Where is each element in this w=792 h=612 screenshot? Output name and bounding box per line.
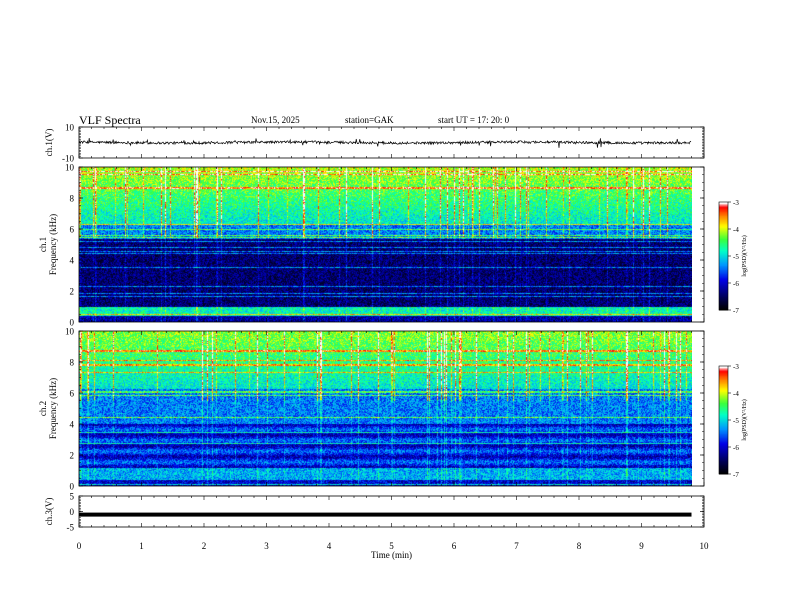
- y-tick-label: 10: [65, 327, 75, 337]
- panel-frame: [78, 495, 705, 528]
- ch1-waveform-panel: 10-10ch.1(V): [44, 123, 705, 164]
- colorbar-tick-label: -5: [733, 417, 739, 425]
- ch2-spectrogram-colorbar: -3 -4 -5 -6 -7 log(PSD)(V²/Hz): [718, 363, 748, 479]
- start-time-label: start UT = 17: 20: 0: [438, 115, 510, 125]
- y-tick-label: 0: [70, 482, 75, 492]
- y-axis-label: ch.1Frequency (kHz): [38, 214, 58, 275]
- y-axis-label-line: Frequency (kHz): [48, 214, 58, 275]
- station-label: station=GAK: [345, 115, 394, 125]
- colorbar-tick-label: -7: [733, 307, 739, 315]
- colorbar-tick-label: -3: [733, 363, 739, 371]
- colorbar-tick-label: -6: [733, 444, 739, 452]
- header: VLF Spectra Nov.15, 2025 station=GAK sta…: [79, 113, 510, 127]
- y-tick-label: 8: [70, 194, 75, 204]
- y-tick-label: 10: [65, 123, 75, 133]
- y-axis-label: ch.2Frequency (kHz): [38, 378, 58, 439]
- x-tick-label: 3: [264, 541, 269, 551]
- x-tick-label: 8: [577, 541, 582, 551]
- y-axis-label-line: Frequency (kHz): [48, 378, 58, 439]
- colorbar-label: log(PSD)(V²/Hz): [741, 235, 748, 276]
- ch2-spectrogram-image: [79, 331, 692, 486]
- colorbar-tick-label: -7: [733, 471, 739, 479]
- vlf-figure: VLF Spectra Nov.15, 2025 station=GAK sta…: [38, 113, 748, 560]
- x-axis: 0 1 2 3 4 5 6 7 8 9 10Time (min): [77, 541, 709, 560]
- y-tick-label: 2: [70, 451, 75, 461]
- y-tick-label: 4: [70, 256, 75, 266]
- date-label: Nov.15, 2025: [251, 115, 300, 125]
- y-tick-label: 8: [70, 358, 75, 368]
- y-tick-label: 6: [70, 225, 75, 235]
- colorbar-tick-label: -5: [733, 253, 739, 261]
- colorbar-tick-label: -6: [733, 280, 739, 288]
- colorbar-tick-label: -4: [733, 226, 739, 234]
- y-tick-label: -5: [67, 523, 75, 533]
- ch1-spectrogram-panel: 0246810ch.1Frequency (kHz)-3-4-5-6-7log(…: [38, 163, 748, 328]
- x-tick-label: 1: [139, 541, 144, 551]
- ch2-spectrogram-panel: 0 2 4 6 8 10 ch.2Frequency (kHz) -3 -4 -5 -6 -7 log(…: [38, 327, 748, 492]
- y-axis-label-line: ch.1: [38, 237, 48, 252]
- ch3-trace: [79, 512, 692, 517]
- ch3-waveform-panel: 5 0 -5 ch.3(V): [44, 492, 705, 533]
- ch1-spectrogram-image: [79, 167, 692, 322]
- colorbar-tick-label: -4: [733, 390, 739, 398]
- x-tick-label: 4: [327, 541, 332, 551]
- y-tick-label: 4: [70, 420, 75, 430]
- figure-title: VLF Spectra: [79, 113, 141, 127]
- y-tick-label: 0: [70, 507, 75, 517]
- x-tick-label: 10: [700, 541, 710, 551]
- x-tick-label: 9: [639, 541, 644, 551]
- y-axis-label-line: ch.3(V): [44, 498, 54, 526]
- y-axis-label: ch.1(V): [44, 129, 54, 157]
- y-tick-label: 10: [65, 163, 75, 173]
- y-axis-label: ch.3(V): [44, 498, 54, 526]
- colorbar-label: log(PSD)(V²/Hz): [741, 399, 748, 440]
- x-axis-label: Time (min): [371, 550, 412, 560]
- y-axis-label-line: ch.1(V): [44, 129, 54, 157]
- x-tick-label: 6: [452, 541, 457, 551]
- x-tick-label: 7: [514, 541, 519, 551]
- ch1-spectrogram-colorbar: -3 -4 -5 -6 -7 log(PSD)(V²/Hz): [718, 199, 748, 315]
- x-tick-label: 0: [77, 541, 82, 551]
- y-tick-label: 5: [70, 492, 75, 502]
- colorbar-tick-label: -3: [733, 199, 739, 207]
- y-axis-label-line: ch.2: [38, 401, 48, 416]
- y-tick-label: 6: [70, 389, 75, 399]
- y-tick-label: 2: [70, 287, 75, 297]
- x-tick-label: 2: [202, 541, 207, 551]
